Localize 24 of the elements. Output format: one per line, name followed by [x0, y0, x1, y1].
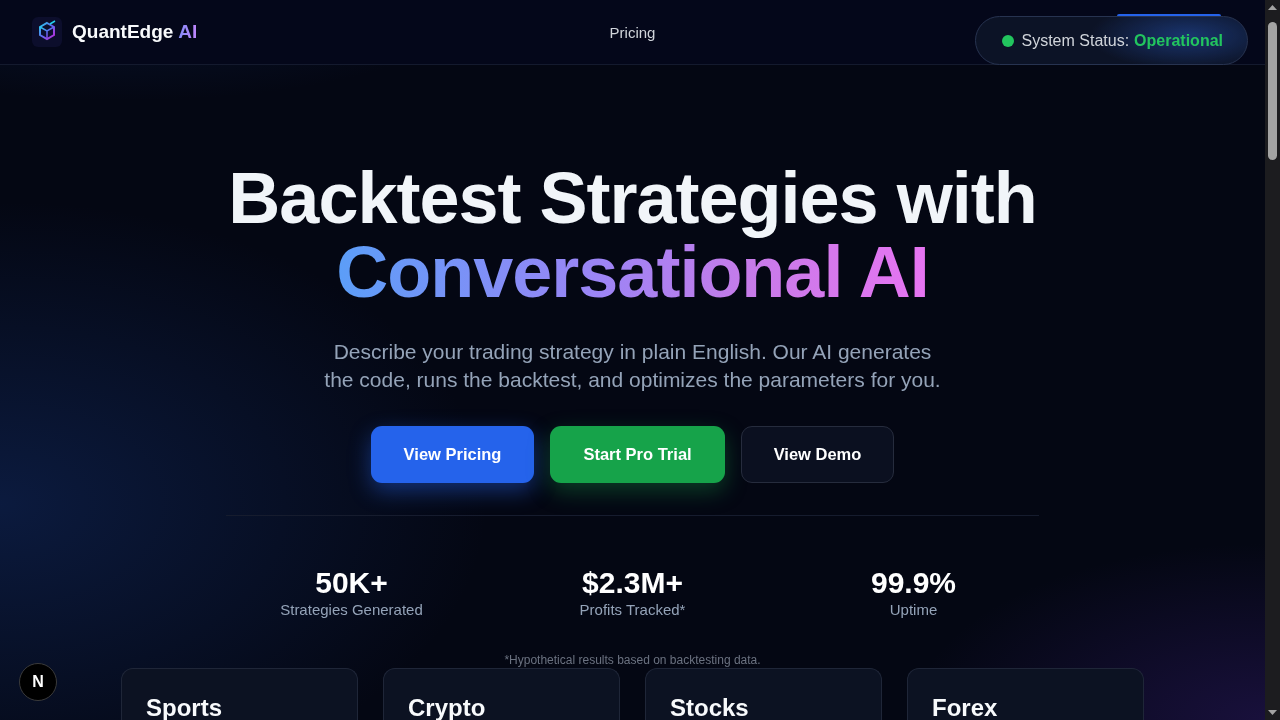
footnote: *Hypothetical results based on backtesting data. [504, 652, 761, 668]
hero-subtitle: Describe your trading strategy in plain English. Our AI generates the code, runs the backtest, and optimizes the parameters for you. [323, 339, 942, 393]
status-value: Operational [1134, 31, 1223, 50]
status-label: System Status: [1021, 31, 1130, 50]
stat-label: Strategies Generated [280, 600, 423, 620]
scrollbar-thumb[interactable] [1268, 22, 1277, 160]
dev-badge[interactable]: N [19, 663, 57, 701]
stat-value: 99.9% [870, 566, 957, 600]
stat-value: 50K+ [315, 566, 388, 600]
stat-label: Profits Tracked* [579, 600, 686, 620]
scroll-up-icon[interactable] [1268, 5, 1277, 10]
stat-value: $2.3M+ [582, 566, 683, 600]
card-title: Forex [932, 694, 998, 720]
market-card[interactable]: Stocks [645, 668, 882, 720]
logo-icon[interactable] [32, 17, 62, 47]
scroll-down-icon[interactable] [1268, 710, 1277, 715]
brand-name[interactable]: QuantEdge [72, 21, 174, 43]
cta-button[interactable]: View Demo [740, 426, 895, 483]
market-card[interactable]: Forex [907, 668, 1144, 720]
scrollbar[interactable] [1265, 0, 1280, 720]
stat-label: Uptime [889, 600, 938, 620]
card-title: Stocks [670, 694, 749, 720]
nav-link[interactable]: Pricing [609, 23, 656, 41]
cta-button[interactable]: View Pricing [370, 426, 535, 483]
